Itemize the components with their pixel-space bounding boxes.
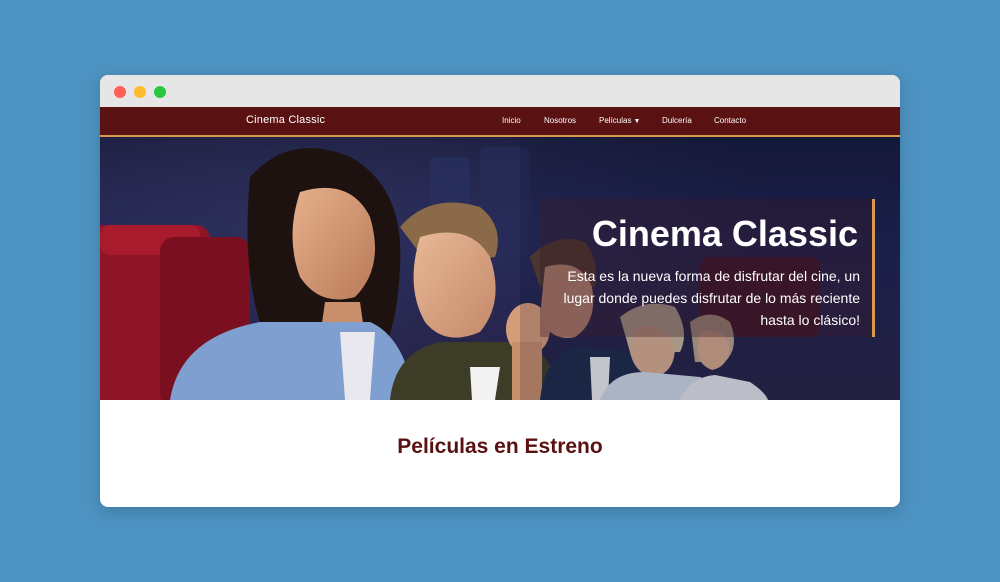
site-navbar: Cinema Classic Inicio Nosotros Películas… bbox=[100, 107, 900, 137]
nav-item-inicio[interactable]: Inicio bbox=[502, 116, 521, 125]
minimize-window-button[interactable] bbox=[134, 86, 146, 98]
nav-item-contacto[interactable]: Contacto bbox=[714, 116, 746, 125]
section-title-estrenos: Películas en Estreno bbox=[397, 435, 603, 458]
hero-caption-box: Cinema Classic Esta es la nueva forma de… bbox=[540, 199, 875, 337]
maximize-window-button[interactable] bbox=[154, 86, 166, 98]
window-titlebar bbox=[100, 75, 900, 107]
site-brand[interactable]: Cinema Classic bbox=[246, 114, 325, 126]
hero-banner: Cinema Classic Esta es la nueva forma de… bbox=[100, 137, 900, 400]
nav-item-peliculas[interactable]: Películas ▼ bbox=[599, 116, 640, 125]
nav-item-dulceria[interactable]: Dulcería bbox=[662, 116, 692, 125]
nav-item-peliculas-label: Películas bbox=[599, 116, 632, 125]
chevron-down-icon: ▼ bbox=[633, 118, 641, 125]
browser-window: Cinema Classic Inicio Nosotros Películas… bbox=[100, 75, 900, 507]
close-window-button[interactable] bbox=[114, 86, 126, 98]
hero-title: Cinema Classic bbox=[591, 213, 858, 254]
hero-description: Esta es la nueva forma de disfrutar del … bbox=[563, 268, 860, 328]
nav-item-nosotros[interactable]: Nosotros bbox=[544, 116, 576, 125]
